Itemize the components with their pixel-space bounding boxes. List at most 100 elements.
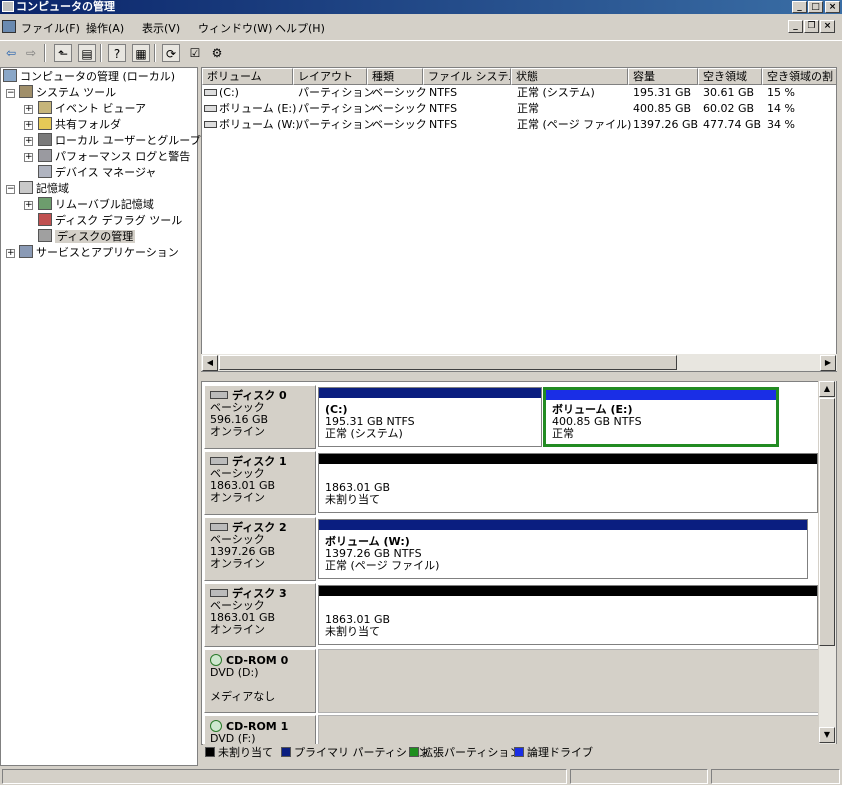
tree-expander[interactable]: +: [24, 153, 33, 162]
table-row-volume[interactable]: ボリューム (E:): [204, 101, 296, 117]
scroll-left-icon[interactable]: ◀: [202, 355, 218, 371]
disk-label[interactable]: ディスク 2 ベーシック 1397.26 GB オンライン: [204, 517, 316, 581]
tree-expander[interactable]: −: [6, 89, 15, 98]
cdrom-label[interactable]: CD-ROM 1 DVD (F:): [204, 715, 316, 744]
disk-icon: [210, 457, 228, 465]
column-header-free[interactable]: 空き領域: [698, 68, 762, 85]
console-icon[interactable]: [2, 20, 16, 33]
disk-map[interactable]: ディスク 0 ベーシック 596.16 GB オンライン (C:) 195.31…: [201, 381, 837, 745]
cell-free-percent: 34 %: [767, 118, 795, 131]
partition-unallocated[interactable]: 1863.01 GB 未割り当て: [318, 453, 818, 513]
tree-expander[interactable]: −: [6, 185, 15, 194]
table-row-volume[interactable]: ボリューム (W:): [204, 117, 300, 133]
cdrom-label[interactable]: CD-ROM 0 DVD (D:) メディアなし: [204, 649, 316, 713]
legend-swatch: [205, 747, 215, 757]
partition-text: ボリューム (E:) 400.85 GB NTFS 正常: [552, 404, 642, 440]
vertical-scroll-thumb[interactable]: [819, 398, 835, 646]
tree-item-disk-management[interactable]: ディスクの管理: [38, 229, 136, 245]
table-row-volume[interactable]: (C:): [204, 85, 239, 101]
tree-item-disk-defrag[interactable]: ディスク デフラグ ツール: [38, 213, 182, 229]
column-header-layout[interactable]: レイアウト: [293, 68, 367, 85]
disk-partition-area: (C:) 195.31 GB NTFS 正常 (システム) ボリューム (E:)…: [318, 385, 819, 449]
tree-root[interactable]: コンピュータの管理 (ローカル): [3, 69, 175, 85]
settings-icon[interactable]: ⚙: [208, 44, 226, 62]
menu-file[interactable]: ファイル(F): [21, 20, 80, 36]
volume-list[interactable]: ボリューム レイアウト 種類 ファイル システム 状態 容量 空き領域 空き領域…: [201, 67, 837, 372]
tree-expander[interactable]: +: [6, 249, 15, 258]
tree-item-system-tools[interactable]: システム ツール: [19, 85, 116, 101]
show-hide-tree-icon[interactable]: ▤: [78, 44, 96, 62]
maximize-button[interactable]: □: [808, 1, 823, 13]
column-header-capacity[interactable]: 容量: [628, 68, 698, 85]
column-header-status[interactable]: 状態: [511, 68, 628, 85]
column-header-type[interactable]: 種類: [367, 68, 423, 85]
menu-action[interactable]: 操作(A): [86, 20, 124, 36]
disk-row[interactable]: ディスク 2 ベーシック 1397.26 GB オンライン ボリューム (W:)…: [204, 517, 819, 581]
toolbar-separator: [100, 44, 102, 62]
tree-expander[interactable]: +: [24, 105, 33, 114]
column-header-filesystem[interactable]: ファイル システム: [423, 68, 511, 85]
scroll-right-icon[interactable]: ▶: [820, 355, 836, 371]
tree-item-label: システム ツール: [36, 86, 117, 99]
cdrom-icon: [210, 654, 222, 666]
mdi-minimize-button[interactable]: _: [788, 20, 803, 33]
export-icon[interactable]: ☑: [186, 44, 204, 62]
mdi-restore-button[interactable]: ❐: [804, 20, 819, 33]
minimize-button[interactable]: _: [792, 1, 807, 13]
console-tree[interactable]: コンピュータの管理 (ローカル) − システム ツール + イベント ビューア …: [0, 67, 201, 766]
cdrom-row[interactable]: CD-ROM 0 DVD (D:) メディアなし: [204, 649, 819, 713]
tree-item-event-viewer[interactable]: イベント ビューア: [38, 101, 146, 117]
refresh-icon[interactable]: ⟳: [162, 44, 180, 62]
tree-item-device-manager[interactable]: デバイス マネージャ: [38, 165, 156, 181]
partition-text: (C:) 195.31 GB NTFS 正常 (システム): [325, 404, 415, 440]
disk-status: オンライン: [210, 557, 265, 570]
cell-layout: パーティション: [298, 86, 375, 99]
drive-icon: [204, 89, 217, 96]
menu-help[interactable]: ヘルプ(H): [275, 20, 325, 36]
tree-item-services-apps[interactable]: サービスとアプリケーション: [19, 245, 179, 261]
tree-item-local-users[interactable]: ローカル ユーザーとグループ: [38, 133, 201, 149]
column-header-volume[interactable]: ボリューム: [202, 68, 293, 85]
disk-label[interactable]: ディスク 3 ベーシック 1863.01 GB オンライン: [204, 583, 316, 647]
horizontal-scroll-thumb[interactable]: [219, 355, 677, 370]
vertical-scrollbar[interactable]: ▲ ▼: [818, 381, 836, 745]
partition-c[interactable]: (C:) 195.31 GB NTFS 正常 (システム): [318, 387, 542, 447]
partition-w[interactable]: ボリューム (W:) 1397.26 GB NTFS 正常 (ページ ファイル): [318, 519, 808, 579]
device-manager-icon: [38, 165, 52, 178]
title-bar[interactable]: コンピュータの管理 _ □ ×: [0, 0, 842, 14]
cdrom-icon: [210, 720, 222, 732]
close-button[interactable]: ×: [825, 1, 840, 13]
column-header-free-percent[interactable]: 空き領域の割: [762, 68, 836, 85]
tree-expander[interactable]: +: [24, 121, 33, 130]
forward-arrow-icon[interactable]: ⇨: [22, 44, 40, 62]
mdi-close-button[interactable]: ×: [820, 20, 835, 33]
up-folder-icon[interactable]: ⬑: [54, 44, 72, 62]
tree-expander[interactable]: +: [24, 137, 33, 146]
disk-label[interactable]: ディスク 1 ベーシック 1863.01 GB オンライン: [204, 451, 316, 515]
tree-item-storage[interactable]: 記憶域: [19, 181, 69, 197]
scroll-up-icon[interactable]: ▲: [819, 381, 835, 397]
tree-item-removable-storage[interactable]: リムーバブル記憶域: [38, 197, 154, 213]
cdrom-row[interactable]: CD-ROM 1 DVD (F:): [204, 715, 819, 744]
performance-icon: [38, 149, 52, 162]
partition-unallocated[interactable]: 1863.01 GB 未割り当て: [318, 585, 818, 645]
legend-item: 未割り当て: [205, 745, 273, 760]
properties-icon[interactable]: ?: [108, 44, 126, 62]
disk-row[interactable]: ディスク 3 ベーシック 1863.01 GB オンライン 1863.01 GB…: [204, 583, 819, 647]
disk-label[interactable]: ディスク 0 ベーシック 596.16 GB オンライン: [204, 385, 316, 449]
menu-view[interactable]: 表示(V): [142, 20, 180, 36]
shared-folder-icon: [38, 117, 52, 130]
menu-window[interactable]: ウィンドウ(W): [198, 20, 272, 36]
pane-splitter[interactable]: [201, 374, 837, 379]
tree-item-performance-logs[interactable]: パフォーマンス ログと警告: [38, 149, 190, 165]
partition-e[interactable]: ボリューム (E:) 400.85 GB NTFS 正常: [543, 387, 779, 447]
horizontal-scrollbar[interactable]: ◀ ▶: [201, 354, 837, 371]
disk-row[interactable]: ディスク 1 ベーシック 1863.01 GB オンライン 1863.01 GB…: [204, 451, 819, 515]
disk-partition-area: 1863.01 GB 未割り当て: [318, 451, 819, 515]
scroll-down-icon[interactable]: ▼: [819, 727, 835, 743]
disk-row[interactable]: ディスク 0 ベーシック 596.16 GB オンライン (C:) 195.31…: [204, 385, 819, 449]
back-arrow-icon[interactable]: ⇦: [2, 44, 20, 62]
help-icon[interactable]: ▦: [132, 44, 150, 62]
tree-expander[interactable]: +: [24, 201, 33, 210]
tree-item-shared-folders[interactable]: 共有フォルダ: [38, 117, 121, 133]
